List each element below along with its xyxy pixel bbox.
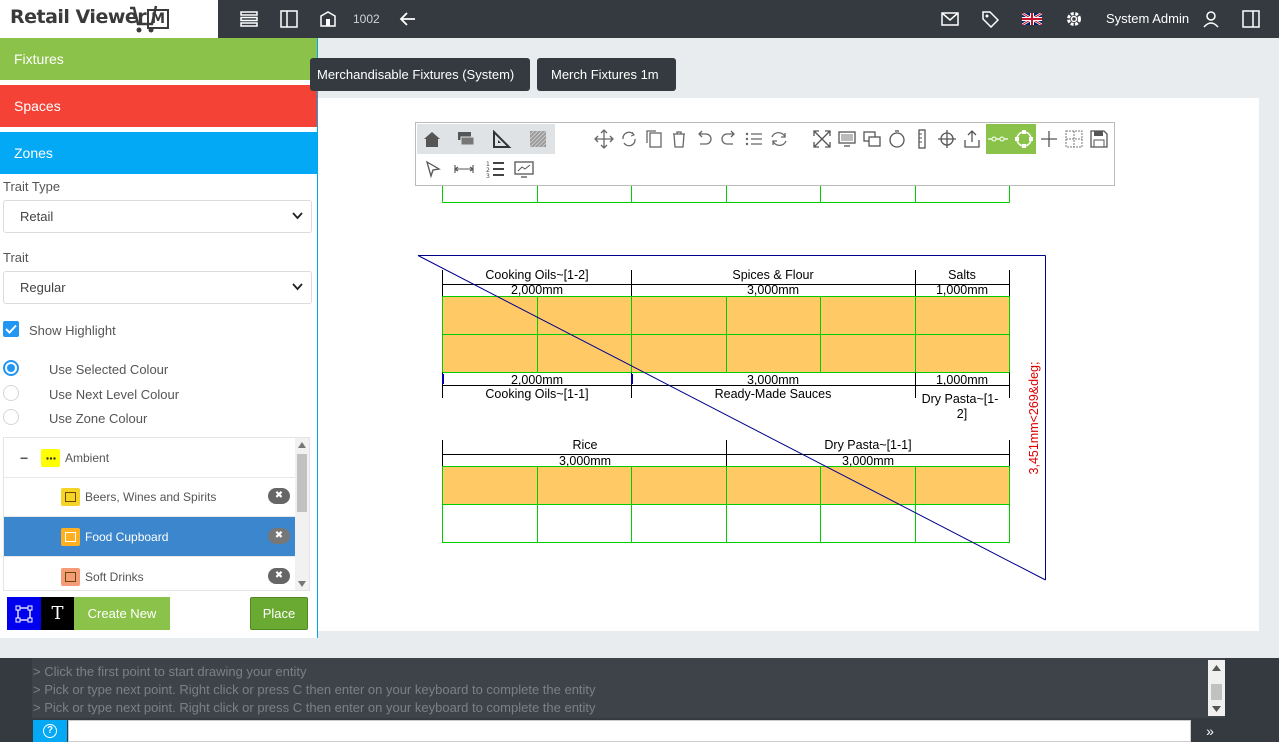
save-icon[interactable] [1087,127,1111,151]
dimension-icon[interactable] [452,157,476,181]
trash-icon[interactable] [667,127,691,151]
list-icon[interactable] [742,127,766,151]
refresh-icon[interactable] [767,127,791,151]
fixture-length-label: 3,000mm [747,373,799,387]
snap-circle-icon[interactable] [1012,127,1036,151]
plus-icon[interactable] [1037,127,1061,151]
monitor-icon[interactable] [835,127,859,151]
cad-toolbar: 123 [415,122,1115,186]
fixture-length-label: 3,000mm [559,454,611,468]
windows-icon[interactable] [860,127,884,151]
screen-chart-icon[interactable] [512,157,536,181]
zoom-extents-icon[interactable] [810,127,834,151]
svg-text:3: 3 [486,173,490,179]
help-icon: ? [43,724,57,738]
fixture-name-label-continued: 2] [957,407,967,421]
copy-icon[interactable] [642,127,666,151]
fixture-name-label: Dry Pasta~[1-1] [824,438,911,452]
numbered-list-icon[interactable]: 123 [483,157,507,181]
snap-line-icon[interactable] [986,127,1010,151]
console-log: > Click the first point to start drawing… [32,658,1225,718]
help-button[interactable]: ? [33,720,67,742]
crosshair-icon[interactable] [935,127,959,151]
fixture-length-label: 1,000mm [936,373,988,387]
fixture-name-label: Ready-Made Sauces [715,387,832,401]
dimension-label: 3,451mm<269&deg; [1027,362,1041,475]
fixture-name-label: Cooking Oils~[1-1] [485,387,588,401]
fixture-row-2: Rice 3,000mm Dry Pasta~[1-1] 3,000mm [442,438,1010,543]
fixture-length-label: 2,000mm [511,283,563,297]
fixture-name-label: Cooking Oils~[1-2] [485,268,588,282]
grid-icon[interactable] [1062,127,1086,151]
command-console: > Click the first point to start drawing… [0,658,1279,742]
top-fixture-row [442,186,1010,203]
fixture-row-1: Cooking Oils~[1-2] 2,000mm Spices & Flou… [442,268,1010,421]
redo-icon[interactable] [717,127,741,151]
scroll-up-icon[interactable] [1212,665,1221,671]
home-icon[interactable] [420,127,444,151]
move-icon[interactable] [592,127,616,151]
export-icon[interactable] [960,127,984,151]
scroll-thumb[interactable] [1211,684,1222,700]
rotate-icon[interactable] [617,127,641,151]
console-log-line: > Click the first point to start drawing… [33,664,307,679]
fixture-length-label: 1,000mm [936,283,988,297]
set-square-icon[interactable] [490,127,514,151]
layers-icon[interactable] [454,127,478,151]
fixture-name-label: Spices & Flour [732,268,813,282]
send-command-button[interactable]: » [1195,720,1225,742]
ruler-icon[interactable] [910,127,934,151]
fixture-length-label: 3,000mm [842,454,894,468]
fixture-name-label: Salts [948,268,976,282]
console-scrollbar[interactable] [1208,660,1225,716]
hatch-icon[interactable] [526,127,550,151]
pointer-icon[interactable] [421,157,445,181]
fixture-length-label: 2,000mm [511,373,563,387]
fixture-name-label: Dry Pasta~[1- [922,392,999,406]
scroll-down-icon[interactable] [1212,706,1221,712]
fixture-length-label: 3,000mm [747,283,799,297]
console-log-line: > Pick or type next point. Right click o… [33,700,596,715]
command-input[interactable] [68,720,1191,742]
planogram-drawing: Cooking Oils~[1-2] 2,000mm Spices & Flou… [417,186,1046,581]
undo-icon[interactable] [692,127,716,151]
circle-icon[interactable] [885,127,909,151]
console-log-line: > Pick or type next point. Right click o… [33,682,596,697]
fixture-name-label: Rice [572,438,597,452]
